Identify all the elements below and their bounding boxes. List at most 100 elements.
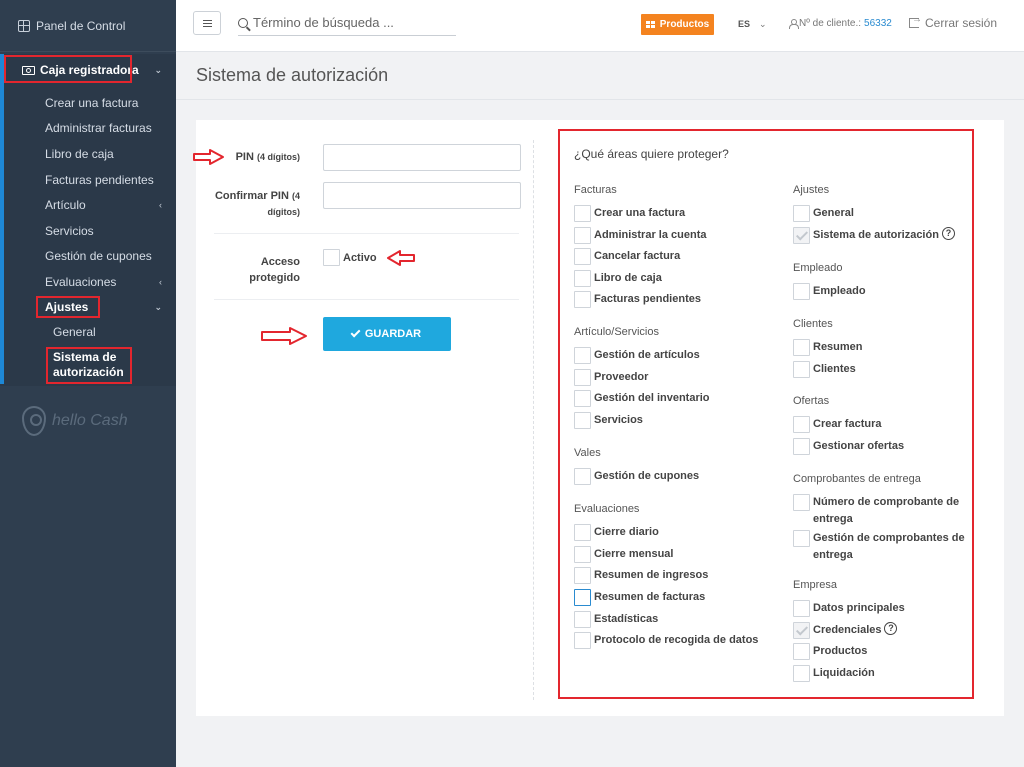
- active-checkbox[interactable]: Activo: [323, 249, 377, 266]
- sidebar-item-label: Facturas pendientes: [45, 172, 154, 187]
- area-checkbox[interactable]: Sistema de autorización?: [793, 226, 968, 244]
- area-checkbox[interactable]: Gestión del inventario: [574, 390, 754, 407]
- area-checkbox[interactable]: Facturas pendientes: [574, 291, 754, 308]
- help-icon[interactable]: ?: [941, 226, 955, 240]
- checkbox[interactable]: [793, 665, 810, 682]
- check-icon: [350, 327, 361, 338]
- cash-icon: [22, 65, 35, 75]
- area-checkbox[interactable]: Protocolo de recogida de datos: [574, 632, 774, 649]
- checkbox[interactable]: [793, 494, 810, 511]
- area-checkbox[interactable]: Resumen de facturas: [574, 589, 754, 606]
- sidebar-item-settings[interactable]: Ajustes ⌄: [0, 295, 176, 320]
- menu-toggle-button[interactable]: [193, 11, 221, 35]
- checkbox[interactable]: [574, 468, 591, 485]
- area-checkbox[interactable]: Cierre diario: [574, 524, 754, 541]
- sidebar-item-label: Evaluaciones: [45, 274, 117, 289]
- sidebar-subitem-authorization[interactable]: Sistema de autorización: [0, 345, 176, 386]
- divider: [214, 233, 519, 234]
- area-checkbox[interactable]: Cierre mensual: [574, 546, 754, 563]
- area-checkbox[interactable]: Resumen de ingresos: [574, 567, 754, 584]
- checkbox[interactable]: [574, 611, 591, 628]
- area-checkbox[interactable]: Cancelar factura: [574, 248, 754, 265]
- area-checkbox[interactable]: Resumen: [793, 339, 973, 356]
- checkbox[interactable]: [574, 567, 591, 584]
- area-checkbox[interactable]: Credenciales?: [793, 622, 973, 639]
- area-checkbox[interactable]: Administrar la cuenta: [574, 226, 754, 244]
- area-checkbox[interactable]: Datos principales: [793, 600, 973, 617]
- checkbox[interactable]: [574, 524, 591, 541]
- sidebar-item-article[interactable]: Artículo ‹: [0, 192, 176, 218]
- checkbox[interactable]: [574, 546, 591, 563]
- checkbox[interactable]: [793, 438, 810, 455]
- sidebar-subitem-general[interactable]: General: [0, 320, 176, 345]
- pin-input[interactable]: [323, 144, 521, 171]
- active-checkbox-box[interactable]: [323, 249, 340, 266]
- area-checkbox[interactable]: Gestión de cupones: [574, 468, 754, 485]
- checkbox[interactable]: [574, 369, 591, 386]
- checkbox-label: Sistema de autorización: [813, 228, 939, 241]
- hamburger-icon-line: [202, 22, 212, 24]
- checkbox[interactable]: [574, 632, 591, 649]
- checkbox[interactable]: [574, 412, 591, 429]
- products-button[interactable]: Productos: [641, 14, 714, 35]
- checkbox[interactable]: [574, 226, 591, 244]
- checkbox-label: Libro de caja: [594, 271, 662, 284]
- area-checkbox[interactable]: General: [793, 205, 973, 222]
- checkbox[interactable]: [793, 205, 810, 222]
- area-checkbox[interactable]: Gestionar ofertas: [793, 438, 973, 455]
- checkbox[interactable]: [574, 248, 591, 265]
- area-checkbox[interactable]: Gestión de comprobantes de entrega: [793, 530, 968, 564]
- area-checkbox[interactable]: Servicios: [574, 412, 754, 429]
- checkbox[interactable]: [574, 269, 591, 287]
- area-checkbox[interactable]: Crear factura: [793, 416, 973, 433]
- checkbox[interactable]: [793, 643, 810, 660]
- area-checkbox[interactable]: Gestión de artículos: [574, 347, 754, 364]
- checkbox[interactable]: [793, 361, 810, 378]
- checkbox[interactable]: [793, 530, 810, 547]
- area-checkbox[interactable]: Empleado: [793, 283, 973, 300]
- sidebar-item-label: General: [53, 325, 96, 340]
- save-button[interactable]: GUARDAR: [323, 317, 451, 351]
- checkbox[interactable]: [574, 589, 591, 606]
- sidebar-item-evaluations[interactable]: Evaluaciones ‹: [0, 269, 176, 295]
- checkbox[interactable]: [574, 205, 591, 222]
- logout-link[interactable]: Cerrar sesión: [909, 14, 997, 30]
- checkbox[interactable]: [793, 283, 810, 300]
- checkbox[interactable]: [574, 291, 591, 308]
- confirm-pin-input[interactable]: [323, 182, 521, 209]
- sidebar-item-label: Artículo: [45, 198, 86, 213]
- grid-icon: [645, 21, 655, 28]
- language-select[interactable]: ES ⌄: [738, 19, 767, 30]
- area-checkbox[interactable]: Número de comprobante de entrega: [793, 494, 968, 528]
- sidebar-group-cash-register: Caja registradora ⌄ Crear una factura Ad…: [0, 54, 176, 386]
- help-icon[interactable]: ?: [884, 622, 898, 635]
- checkbox-label: Facturas pendientes: [594, 293, 701, 305]
- sidebar-item-cash-book[interactable]: Libro de caja: [0, 141, 176, 167]
- sidebar-item-pending-invoices[interactable]: Facturas pendientes: [0, 167, 176, 193]
- divider: [214, 299, 519, 300]
- checkbox[interactable]: [793, 416, 810, 433]
- checkbox-label: Administrar la cuenta: [594, 228, 707, 241]
- sidebar-item-create-invoice[interactable]: Crear una factura: [0, 90, 176, 116]
- sidebar-item-dashboard[interactable]: Panel de Control: [0, 0, 176, 52]
- language-value: ES: [738, 19, 751, 29]
- chevron-left-icon: ‹: [159, 200, 162, 211]
- section-title-settings: Ajustes: [793, 184, 830, 196]
- checkbox[interactable]: [793, 600, 810, 617]
- sidebar-item-manage-invoices[interactable]: Administrar facturas: [0, 116, 176, 142]
- area-checkbox[interactable]: Libro de caja: [574, 269, 754, 287]
- sidebar-item-services[interactable]: Servicios: [0, 218, 176, 244]
- area-checkbox[interactable]: Liquidación: [793, 665, 973, 682]
- sidebar-item-coupons[interactable]: Gestión de cupones: [0, 244, 176, 270]
- checkbox[interactable]: [793, 339, 810, 356]
- customer-number-link[interactable]: 56332: [864, 18, 892, 29]
- search-input[interactable]: [253, 15, 443, 30]
- sidebar-item-cash-register[interactable]: Caja registradora ⌄: [0, 54, 176, 86]
- area-checkbox[interactable]: Crear una factura: [574, 205, 754, 222]
- area-checkbox[interactable]: Estadísticas: [574, 611, 754, 628]
- area-checkbox[interactable]: Clientes: [793, 361, 973, 378]
- checkbox[interactable]: [574, 347, 591, 364]
- area-checkbox[interactable]: Productos: [793, 643, 973, 660]
- checkbox[interactable]: [574, 390, 591, 407]
- area-checkbox[interactable]: Proveedor: [574, 369, 754, 386]
